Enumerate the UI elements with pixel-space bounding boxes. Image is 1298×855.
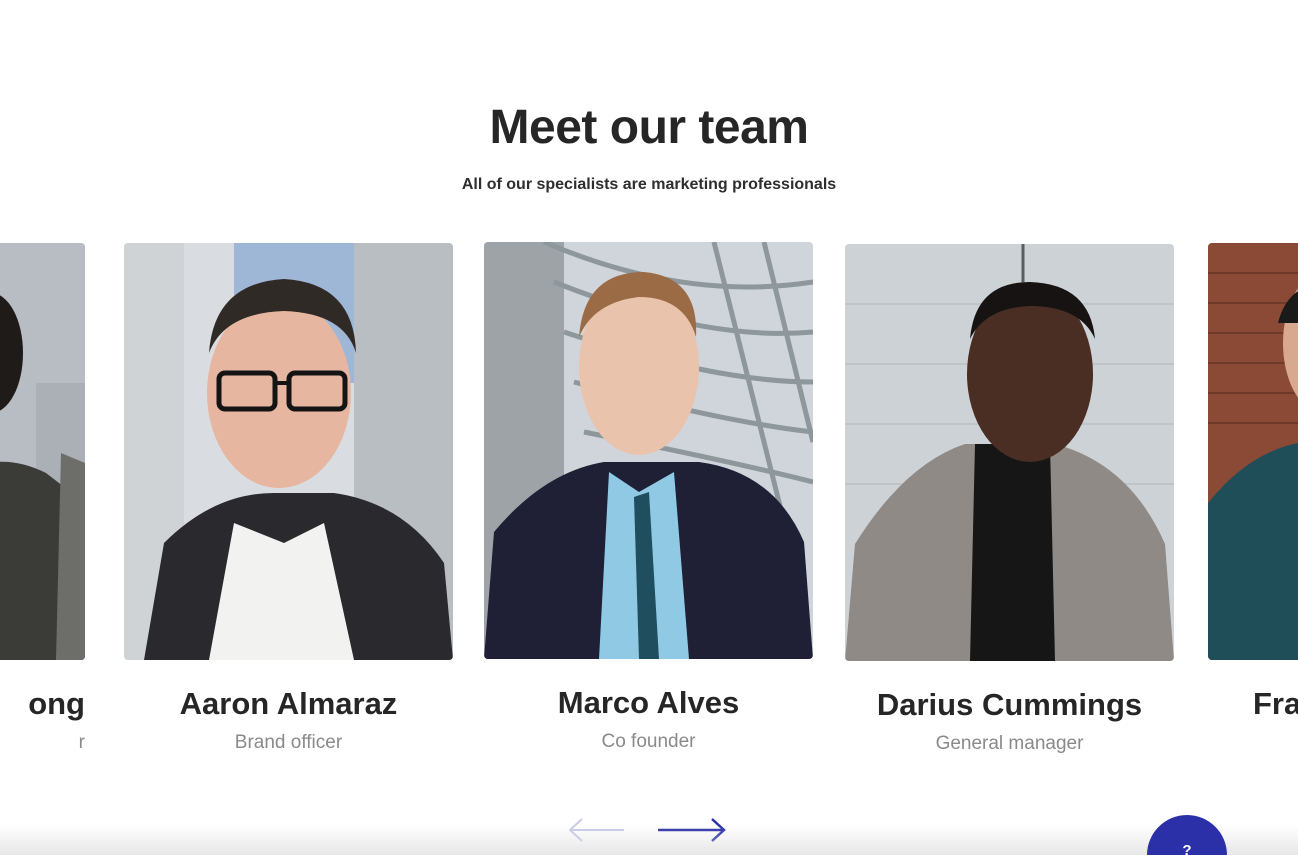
team-member-name: Darius Cummings <box>876 687 1143 722</box>
carousel-nav <box>566 815 728 845</box>
team-card[interactable]: ong r <box>0 243 85 754</box>
team-card[interactable]: Darius Cummings General manager <box>845 244 1174 755</box>
team-member-role: r <box>78 732 85 753</box>
team-member-name: Aaron Almaraz <box>179 686 398 721</box>
team-member-photo <box>124 243 453 660</box>
team-member-photo <box>1208 243 1298 660</box>
team-section: Meet our team All of our specialists are… <box>0 0 1298 855</box>
team-member-photo <box>845 244 1174 661</box>
team-card[interactable]: Marco Alves Co founder <box>484 242 813 753</box>
team-member-name: Marco Alves <box>557 685 740 720</box>
arrow-right-icon[interactable] <box>656 815 728 845</box>
section-title: Meet our team <box>489 101 809 154</box>
team-card[interactable]: Aaron Almaraz Brand officer <box>124 243 453 754</box>
team-member-role: Brand officer <box>234 732 343 753</box>
team-member-role: General manager <box>935 733 1084 754</box>
team-card[interactable]: Fra <box>1208 243 1298 732</box>
section-subtitle: All of our specialists are marketing pro… <box>461 176 837 193</box>
arrow-left-icon[interactable] <box>566 815 626 845</box>
team-member-photo <box>484 242 813 659</box>
team-member-name: Fra <box>1253 686 1298 721</box>
help-button[interactable]: ? <box>1147 815 1227 855</box>
team-member-role: Co founder <box>601 731 696 752</box>
team-member-photo <box>0 243 85 660</box>
team-member-name: ong <box>28 686 85 721</box>
